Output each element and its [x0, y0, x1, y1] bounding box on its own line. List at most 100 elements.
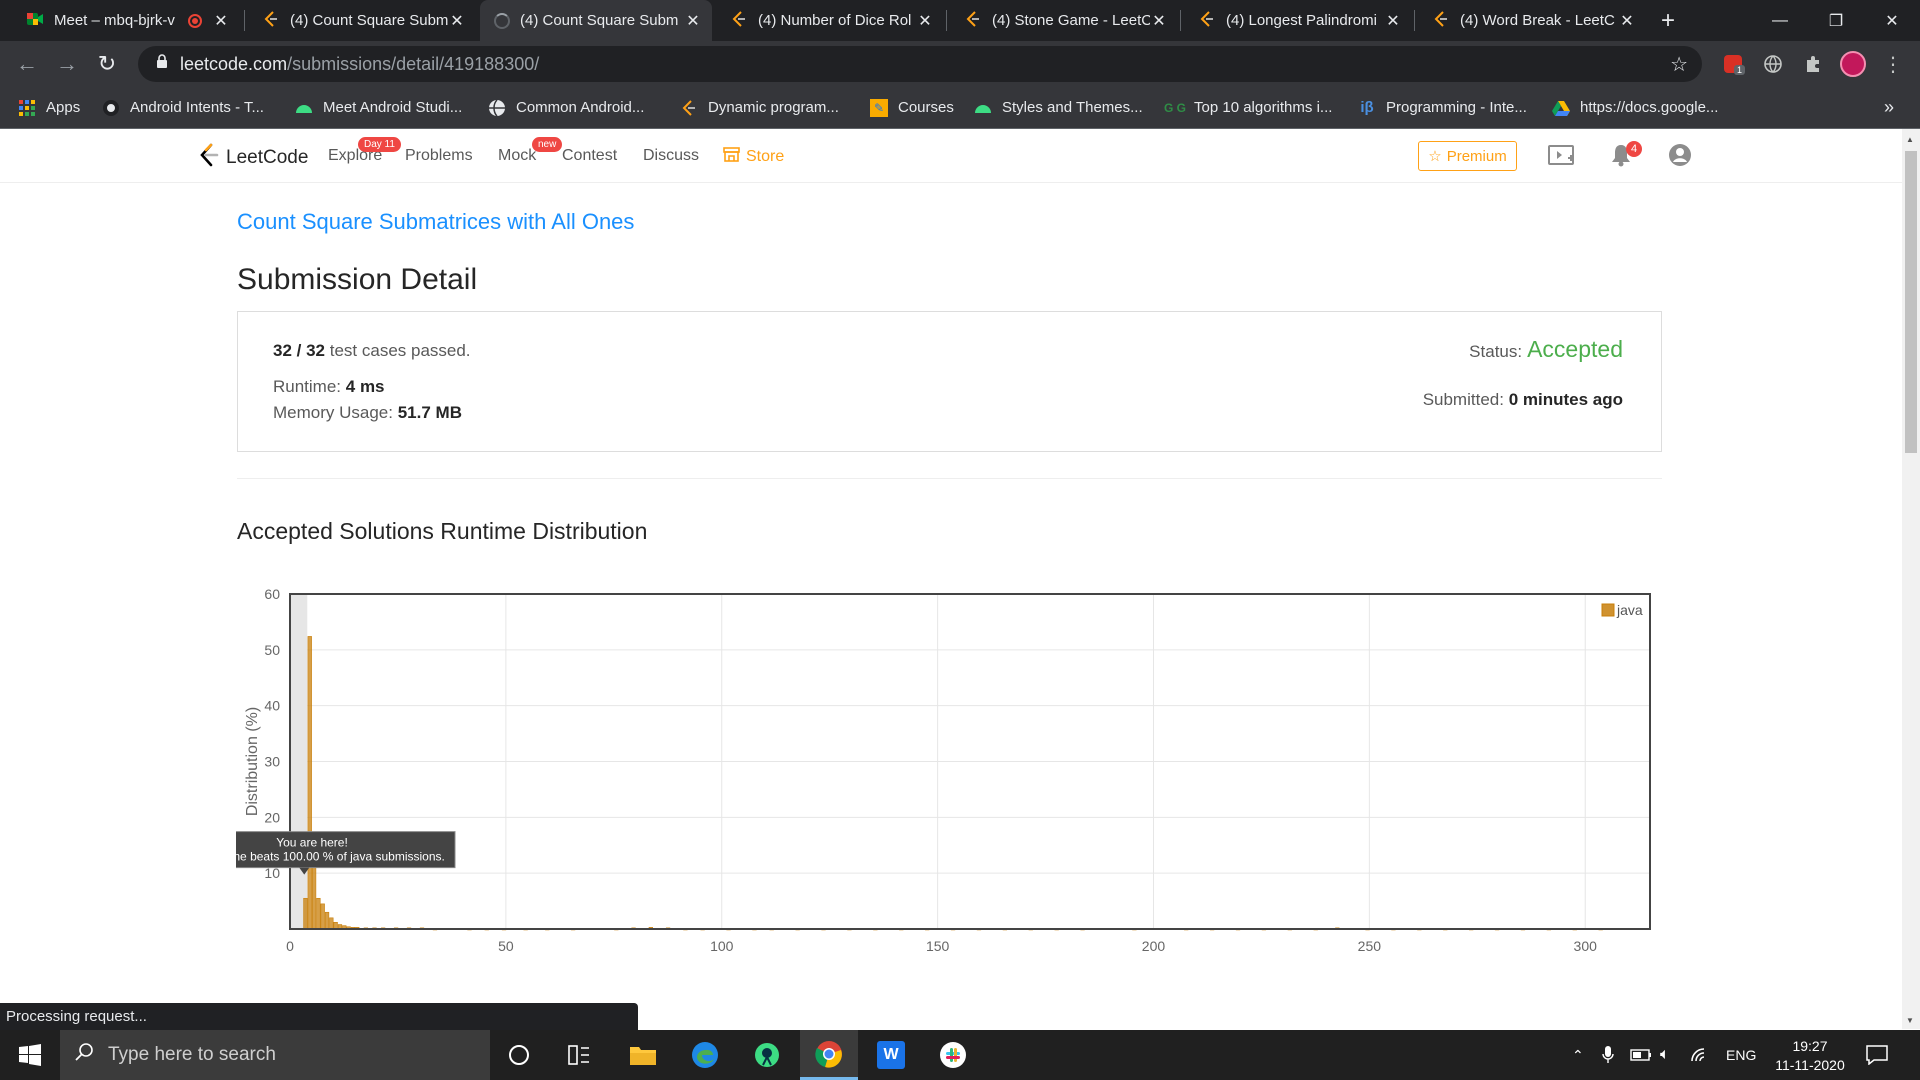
restore-button[interactable]: ❐	[1806, 0, 1866, 41]
page-scrollbar[interactable]: ▲ ▼	[1902, 129, 1920, 1029]
scroll-up-arrow-icon[interactable]: ▲	[1906, 135, 1914, 144]
back-button[interactable]: ←	[12, 49, 42, 79]
bookmark-styles-themes[interactable]: Styles and Themes...	[974, 87, 1143, 128]
extension-badge: 1	[1734, 65, 1746, 75]
language-indicator[interactable]: ENG	[1726, 1030, 1756, 1080]
bookmark-courses[interactable]: ✎ Courses	[870, 87, 954, 128]
star-icon[interactable]: ☆	[1670, 52, 1688, 77]
y-tick-label: 50	[264, 642, 280, 658]
notifications-icon[interactable]	[1866, 1030, 1888, 1080]
extension-icon[interactable]: 1	[1720, 51, 1746, 77]
close-icon[interactable]: ✕	[1384, 11, 1402, 31]
bookmarks-overflow-button[interactable]: »	[1884, 87, 1894, 128]
bookmark-label: Meet Android Studi...	[323, 99, 463, 116]
bookmark-top-10-algorithms[interactable]: G G Top 10 algorithms i...	[1164, 87, 1332, 128]
close-icon[interactable]: ✕	[684, 11, 702, 31]
bookmark-apps[interactable]: Apps	[18, 87, 80, 128]
bookmark-meet-android-studio[interactable]: Meet Android Studi...	[295, 87, 462, 128]
distribution-bar[interactable]	[303, 897, 308, 930]
nav-store[interactable]: Store	[723, 147, 784, 167]
submitted-row: Submitted: 0 minutes ago	[1423, 390, 1623, 410]
mock-new-badge: new	[532, 137, 563, 152]
close-icon[interactable]: ✕	[448, 11, 466, 31]
gfg-icon: G G	[1164, 100, 1187, 115]
memory-row: Memory Usage: 51.7 MB	[273, 403, 462, 423]
android-studio-icon[interactable]	[738, 1030, 796, 1080]
edge-icon[interactable]	[676, 1030, 734, 1080]
runtime-distribution-chart[interactable]: 102030405060050100150200250300Runtime (m…	[236, 562, 1656, 962]
browser-menu-icon[interactable]: ⋮	[1880, 51, 1906, 77]
leetcode-icon	[1432, 10, 1450, 32]
problem-title-link[interactable]: Count Square Submatrices with All Ones	[237, 209, 634, 235]
bookmark-common-android[interactable]: Common Android...	[488, 87, 644, 128]
tab-count-square-1[interactable]: (4) Count Square Subm ✕	[248, 0, 476, 41]
premium-button[interactable]: ☆ Premium	[1418, 141, 1517, 171]
nav-contest[interactable]: Contest	[562, 147, 617, 165]
close-window-button[interactable]: ✕	[1862, 0, 1920, 41]
user-avatar-icon[interactable]	[1668, 143, 1692, 172]
microphone-icon[interactable]	[1602, 1030, 1614, 1080]
submitted-value: 0 minutes ago	[1508, 390, 1623, 409]
word-icon[interactable]: W	[862, 1030, 920, 1080]
distribution-bar[interactable]	[307, 636, 312, 930]
file-explorer-icon[interactable]	[614, 1030, 672, 1080]
tab-count-square-active[interactable]: (4) Count Square Subm ✕	[480, 0, 712, 41]
close-icon[interactable]: ✕	[212, 11, 230, 31]
legend-swatch	[1601, 603, 1615, 617]
task-view-icon[interactable]	[550, 1030, 608, 1080]
distribution-bar[interactable]	[329, 917, 334, 930]
globe-icon[interactable]	[1760, 51, 1786, 77]
bookmark-programming-interviewbit[interactable]: iβ Programming - Inte...	[1358, 87, 1527, 128]
reload-button[interactable]: ↻	[92, 49, 122, 79]
bookmark-android-intents[interactable]: Android Intents - T...	[102, 87, 264, 128]
recording-icon	[188, 13, 202, 28]
bookmark-dynamic-programming[interactable]: Dynamic program...	[680, 87, 839, 128]
x-tick-label: 300	[1574, 938, 1598, 954]
clock[interactable]: 19:27 11-11-2020	[1770, 1030, 1850, 1080]
tab-word-break[interactable]: (4) Word Break - LeetC ✕	[1418, 0, 1646, 41]
status-row: Status: Accepted	[1469, 336, 1623, 363]
x-tick-label: 250	[1358, 938, 1382, 954]
nav-problems[interactable]: Problems	[405, 147, 473, 165]
profile-avatar[interactable]	[1840, 51, 1866, 77]
chrome-taskbar-icon[interactable]	[800, 1030, 858, 1080]
distribution-bar[interactable]	[316, 897, 321, 930]
address-bar[interactable]: leetcode.com/submissions/detail/41918830…	[138, 46, 1702, 82]
taskbar-search-box[interactable]: Type here to search	[60, 1030, 490, 1080]
distribution-bar[interactable]	[324, 911, 330, 930]
nav-discuss[interactable]: Discuss	[643, 147, 699, 165]
android-icon	[295, 99, 313, 117]
tray-chevron-icon[interactable]: ⌃	[1572, 1030, 1584, 1080]
status-accepted[interactable]: Accepted	[1527, 336, 1623, 363]
windows-start-button[interactable]	[0, 1030, 60, 1080]
tab-stone-game[interactable]: (4) Stone Game - LeetC ✕	[950, 0, 1178, 41]
leetcode-logo[interactable]: LeetCode	[198, 143, 308, 173]
close-icon[interactable]: ✕	[1618, 11, 1636, 31]
forward-button[interactable]: →	[52, 49, 82, 79]
cortana-icon[interactable]	[490, 1030, 548, 1080]
tab-number-of-dice[interactable]: (4) Number of Dice Rol ✕	[716, 0, 944, 41]
scroll-down-arrow-icon[interactable]: ▼	[1906, 1016, 1914, 1025]
close-icon[interactable]: ✕	[916, 11, 934, 31]
scrollbar-thumb[interactable]	[1905, 151, 1917, 453]
slack-icon[interactable]	[924, 1030, 982, 1080]
distribution-bar[interactable]	[333, 921, 338, 930]
nav-mock[interactable]: Mock	[498, 147, 536, 165]
close-icon[interactable]: ✕	[1150, 11, 1168, 31]
distribution-bar[interactable]	[311, 867, 317, 930]
extensions-puzzle-icon[interactable]	[1800, 51, 1826, 77]
runtime-value: 4 ms	[345, 377, 385, 396]
new-tab-button[interactable]: +	[1646, 0, 1690, 41]
wifi-icon[interactable]	[1690, 1030, 1710, 1080]
tooltip-text: Your runtime beats 100.00 % of java subm…	[236, 850, 445, 864]
bookmark-google-docs[interactable]: https://docs.google...	[1552, 87, 1718, 128]
battery-icon[interactable]	[1630, 1030, 1652, 1080]
volume-icon[interactable]: 🔈︎	[1660, 1030, 1670, 1080]
minimize-button[interactable]: —	[1750, 0, 1810, 41]
tab-google-meet[interactable]: Meet – mbq-bjrk-v ✕	[12, 0, 240, 41]
distribution-bar[interactable]	[320, 903, 325, 930]
bookmark-label: Android Intents - T...	[130, 99, 264, 116]
memory-value: 51.7 MB	[397, 403, 462, 422]
playground-icon[interactable]	[1548, 143, 1576, 172]
tab-longest-palindromic[interactable]: (4) Longest Palindromi ✕	[1184, 0, 1412, 41]
